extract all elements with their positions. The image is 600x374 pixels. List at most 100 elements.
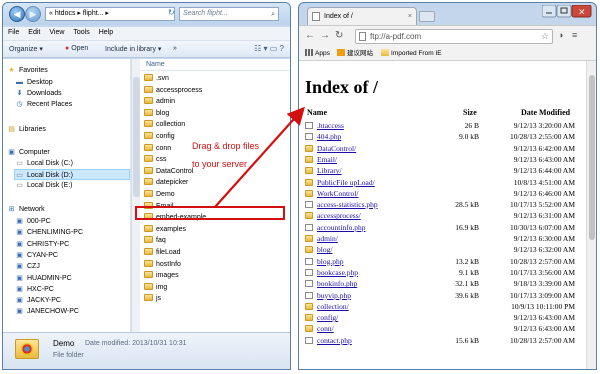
nav-downloads[interactable]: ⬇ Downloads bbox=[15, 88, 62, 99]
nav-network-pc[interactable]: ▣ CHENLIMING-PC bbox=[15, 227, 83, 238]
file-row[interactable]: blog bbox=[144, 108, 284, 119]
entry-link[interactable]: blog.php bbox=[317, 257, 343, 267]
nav-label: HXC-PC bbox=[27, 285, 54, 293]
back-button[interactable]: ◀ bbox=[9, 6, 25, 22]
entry-link[interactable]: bookinfo.php bbox=[317, 279, 357, 289]
file-row[interactable]: images bbox=[144, 270, 284, 281]
nav-recent-places[interactable]: ◷ Recent Places bbox=[15, 99, 72, 110]
file-row[interactable]: img bbox=[144, 282, 284, 293]
bookmark-suggested[interactable]: 建议网站 bbox=[337, 47, 373, 60]
file-row[interactable]: accessprocess bbox=[144, 85, 284, 96]
nav-drive-d[interactable]: ▭ Local Disk (D:) bbox=[14, 169, 130, 180]
nav-network-pc[interactable]: ▣ CHRISTY-PC bbox=[15, 239, 69, 250]
entry-link[interactable]: PublicFile upLoad/ bbox=[317, 178, 375, 188]
address-bar[interactable]: « htdocs ▸ flipht... ▸ bbox=[45, 7, 175, 21]
menu-view[interactable]: View bbox=[44, 27, 68, 36]
address-breadcrumb[interactable]: « htdocs ▸ flipht... ▸ bbox=[49, 10, 109, 17]
nav-network[interactable]: ⊞ Network bbox=[7, 204, 45, 215]
entry-link[interactable]: config/ bbox=[317, 313, 338, 323]
file-row[interactable]: examples bbox=[144, 224, 284, 235]
file-row[interactable]: faq bbox=[144, 235, 284, 246]
file-row[interactable]: Demo bbox=[144, 189, 284, 200]
open-button[interactable]: ● Open bbox=[65, 45, 88, 52]
entry-date: 9/18/13 3:39:00 AM bbox=[513, 279, 575, 289]
search-input[interactable]: Search flipht... ⌕ bbox=[179, 7, 279, 21]
file-row[interactable]: datepicker bbox=[144, 177, 284, 188]
navigation-scrollbar[interactable] bbox=[131, 59, 140, 332]
nav-drive-c[interactable]: ▭ Local Disk (C:) bbox=[15, 158, 73, 169]
file-row[interactable]: collection bbox=[144, 119, 284, 130]
entry-link[interactable]: blog/ bbox=[317, 245, 332, 255]
file-row[interactable]: .svn bbox=[144, 73, 284, 84]
demo-highlight-box bbox=[135, 206, 285, 220]
entry-date: 9/12/13 6:43:00 AM bbox=[513, 154, 575, 164]
nav-network-pc[interactable]: ▣ CYAN-PC bbox=[15, 250, 58, 261]
page-scroll-thumb[interactable] bbox=[589, 75, 595, 240]
entry-link[interactable]: WorkControl/ bbox=[317, 189, 358, 199]
menu-edit[interactable]: Edit bbox=[23, 27, 44, 36]
file-name: DataControl bbox=[156, 167, 194, 175]
file-row[interactable]: js bbox=[144, 293, 284, 304]
nav-network-pc[interactable]: ▣ HUADMIN-PC bbox=[15, 273, 72, 284]
entry-link[interactable]: accessprocess/ bbox=[317, 211, 361, 221]
nav-network-pc[interactable]: ▣ CZJ bbox=[15, 261, 40, 272]
apps-grid-icon bbox=[305, 49, 313, 56]
nav-network-pc[interactable]: ▣ HXC-PC bbox=[15, 284, 54, 295]
folder-icon bbox=[144, 259, 153, 267]
search-icon[interactable]: ⌕ bbox=[271, 9, 275, 21]
refresh-icon[interactable]: ↻ bbox=[168, 8, 175, 17]
file-row[interactable]: hostInfo bbox=[144, 259, 284, 270]
page-scrollbar[interactable] bbox=[586, 61, 596, 369]
nav-drive-e[interactable]: ▭ Local Disk (E:) bbox=[15, 180, 72, 191]
menu-file[interactable]: File bbox=[3, 27, 23, 36]
entry-link[interactable]: .htaccess bbox=[317, 121, 344, 131]
bookmark-imported[interactable]: Imported From IE bbox=[381, 47, 442, 60]
file-row[interactable]: fileLoad bbox=[144, 247, 284, 258]
url-bar[interactable]: ftp://a-pdf.com ☆ bbox=[355, 29, 553, 44]
entry-date: 10/17/13 3:09:00 AM bbox=[509, 290, 575, 300]
reload-icon[interactable]: ↻ bbox=[335, 30, 343, 41]
new-tab-button[interactable] bbox=[419, 11, 435, 22]
organize-button[interactable]: Organize ▾ bbox=[9, 45, 43, 53]
entry-link[interactable]: Email/ bbox=[317, 155, 337, 165]
entry-link[interactable]: conn/ bbox=[317, 324, 334, 334]
column-header-name[interactable]: Name bbox=[140, 59, 290, 71]
entry-link[interactable]: 404.php bbox=[317, 132, 341, 142]
nav-favorites[interactable]: ★ Favorites bbox=[7, 65, 47, 76]
back-arrow-icon[interactable]: ← bbox=[305, 30, 315, 41]
scroll-thumb[interactable] bbox=[133, 77, 140, 197]
menu-tools[interactable]: Tools bbox=[68, 27, 93, 36]
menu-help[interactable]: Help bbox=[94, 27, 117, 36]
close-tab-icon[interactable]: × bbox=[408, 8, 412, 25]
entry-link[interactable]: buyvip.php bbox=[317, 291, 351, 301]
file-row[interactable]: admin bbox=[144, 96, 284, 107]
entry-link[interactable]: bookcase.php bbox=[317, 268, 358, 278]
entry-link[interactable]: accountinfo.php bbox=[317, 223, 366, 233]
forward-button[interactable]: ▶ bbox=[25, 6, 41, 22]
nav-network-pc[interactable]: ▣ 000-PC bbox=[15, 216, 51, 227]
bookmark-star-icon[interactable]: ☆ bbox=[541, 30, 549, 43]
view-options-icon[interactable]: ☷ ▾ ▭ ? bbox=[254, 44, 284, 53]
browser-tab[interactable]: Index of / × bbox=[307, 7, 417, 25]
nav-network-pc[interactable]: ▣ JANECHOW-PC bbox=[15, 306, 79, 317]
nav-computer[interactable]: ▣ Computer bbox=[7, 147, 50, 158]
entry-link[interactable]: Library/ bbox=[317, 166, 342, 176]
menu-icon[interactable]: ≡ bbox=[572, 30, 577, 40]
extension-icon[interactable]: ◑ bbox=[558, 30, 563, 40]
page-icon bbox=[359, 32, 366, 41]
include-in-library-button[interactable]: Include in library ▾ bbox=[105, 45, 161, 53]
entry-link[interactable]: admin/ bbox=[317, 234, 338, 244]
window-controls-icon[interactable]: × bbox=[541, 4, 592, 19]
nav-network-pc[interactable]: ▣ JACKY-PC bbox=[15, 295, 61, 306]
computer-icon: ▣ bbox=[16, 251, 23, 259]
entry-link[interactable]: collection/ bbox=[317, 302, 349, 312]
entry-link[interactable]: access-statistics.php bbox=[317, 200, 378, 210]
forward-arrow-icon[interactable]: → bbox=[320, 30, 330, 41]
entry-link[interactable]: contact.php bbox=[317, 336, 352, 346]
entry-link[interactable]: DataControl/ bbox=[317, 144, 356, 154]
nav-desktop[interactable]: ▬ Desktop bbox=[15, 77, 53, 88]
bookmark-apps[interactable]: Apps bbox=[305, 47, 330, 60]
more-commands-button[interactable]: » bbox=[173, 45, 177, 52]
file-icon bbox=[305, 122, 313, 129]
nav-libraries[interactable]: ▤ Libraries bbox=[7, 124, 46, 135]
